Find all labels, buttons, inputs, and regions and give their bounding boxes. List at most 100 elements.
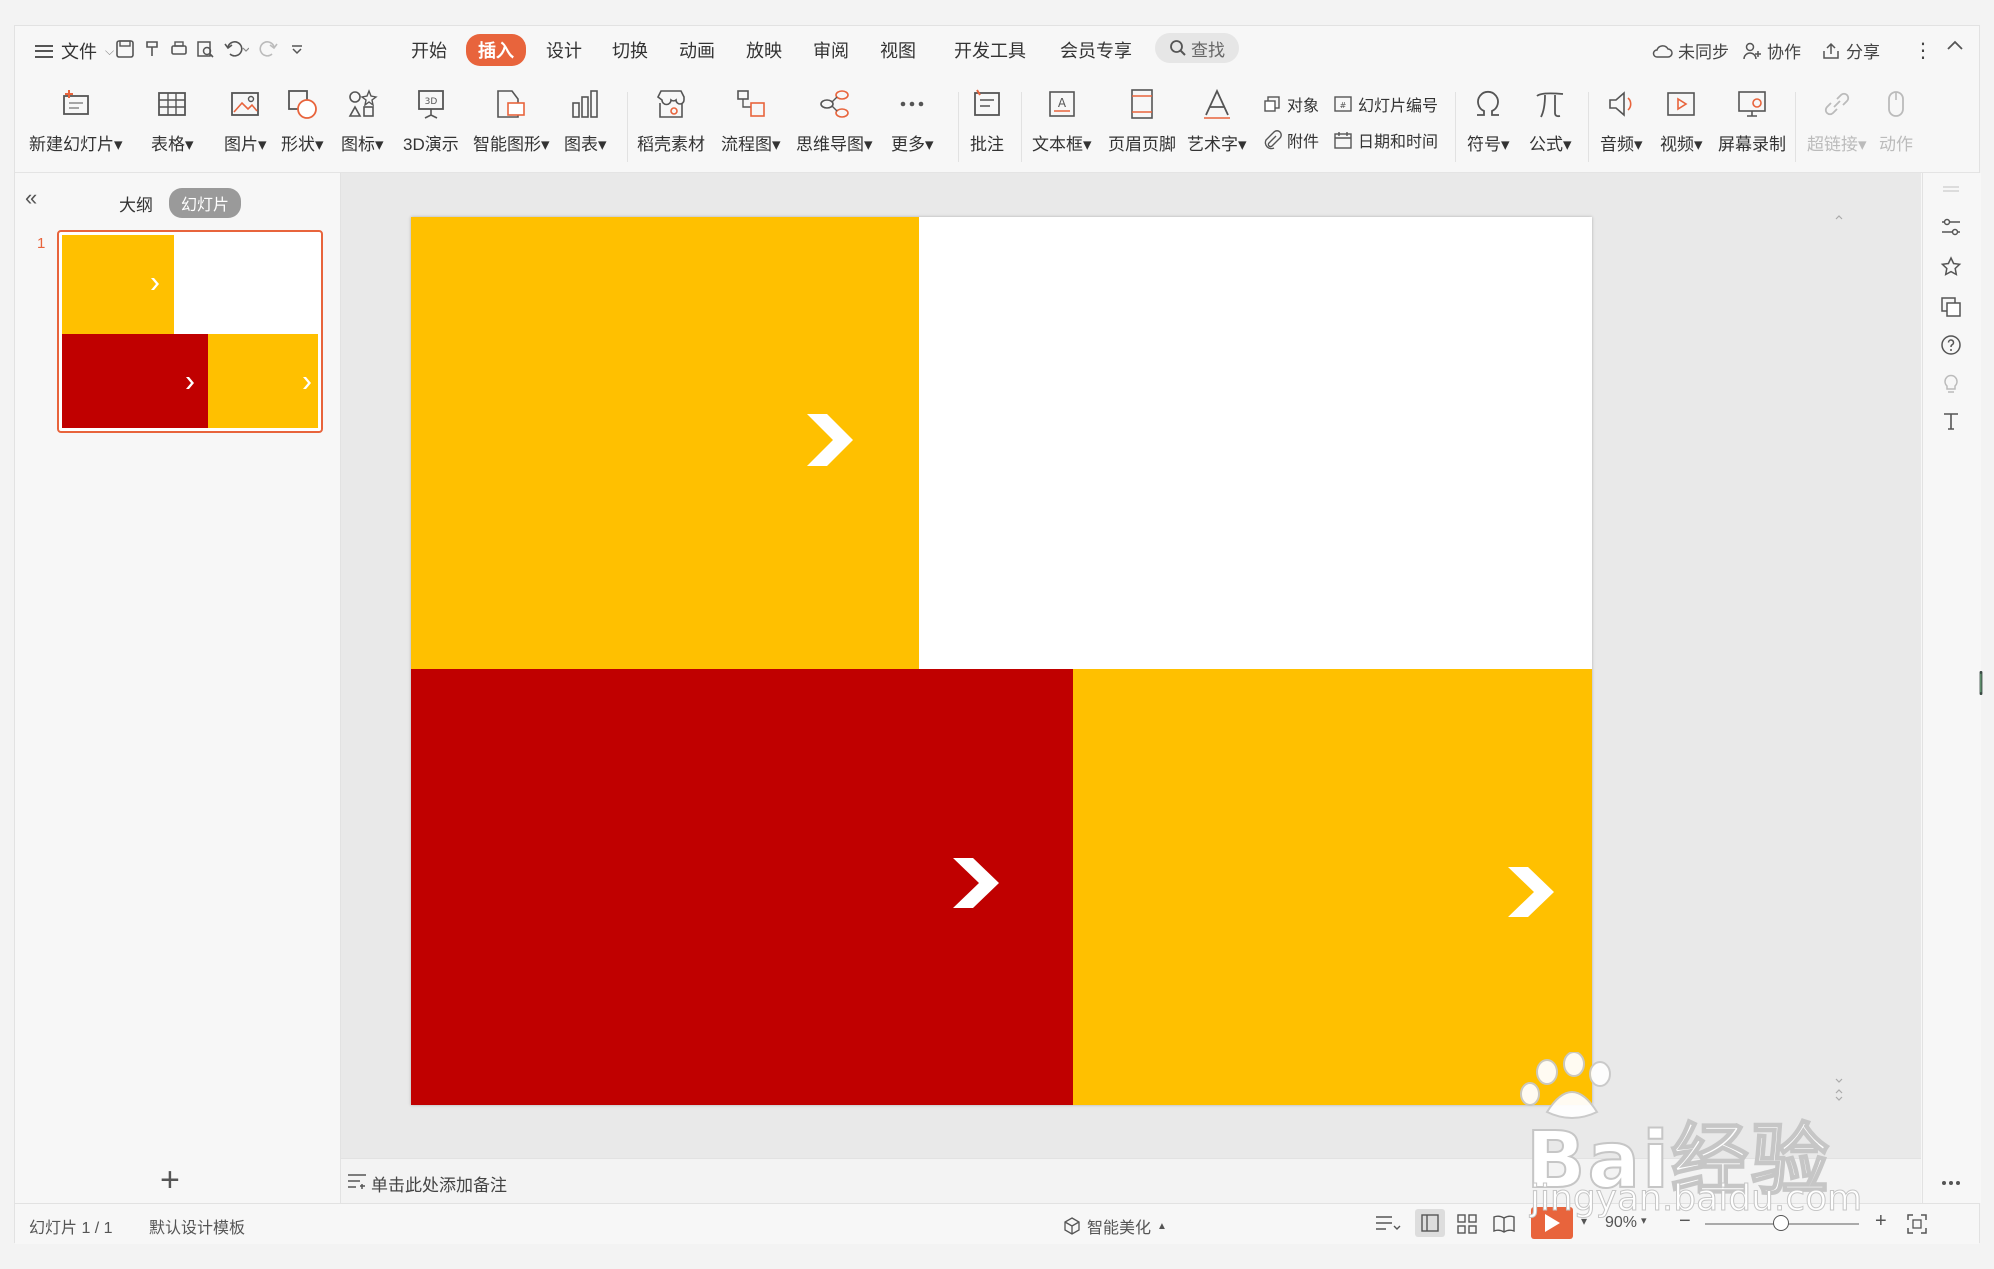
chevron-right-icon[interactable] <box>807 414 855 466</box>
tab-review[interactable]: 审阅 <box>813 37 849 63</box>
smart-beautify-button[interactable]: 智能美化 ▲ <box>1063 1214 1167 1238</box>
slide-thumbnail[interactable] <box>57 230 323 433</box>
normal-view-icon[interactable] <box>1415 1209 1445 1237</box>
star-icon[interactable] <box>1939 255 1965 281</box>
print-icon[interactable] <box>169 39 189 65</box>
3d-presentation-button[interactable]: 3D 3D演示 <box>403 84 459 155</box>
textbox-button[interactable]: A 文本框▾ <box>1032 84 1092 155</box>
video-icon <box>1667 92 1696 116</box>
object-label: 对象 <box>1287 98 1320 115</box>
slide-sorter-icon[interactable] <box>1457 1214 1477 1239</box>
template-name[interactable]: 默认设计模板 <box>149 1214 245 1238</box>
omega-icon <box>1477 91 1500 116</box>
tab-slides[interactable]: 幻灯片 <box>169 188 242 218</box>
notes-toggle-icon[interactable] <box>1375 1214 1401 1237</box>
mindmap-button[interactable]: 思维导图▾ <box>796 84 873 155</box>
table-button[interactable]: 表格▾ <box>151 84 194 155</box>
smartart-button[interactable]: 智能图形▾ <box>473 84 550 155</box>
icon-button[interactable]: 图标▾ <box>341 84 384 155</box>
smartart-label: 智能图形 <box>473 135 541 154</box>
tab-insert[interactable]: 插入 <box>466 34 526 66</box>
new-slide-button[interactable]: 新建幻灯片▾ <box>29 84 123 155</box>
text-format-icon[interactable] <box>1939 409 1965 435</box>
vertical-scrollbar[interactable] <box>1833 213 1845 1113</box>
file-menu[interactable]: 文件 ⌵ <box>35 38 114 64</box>
flowchart-label: 流程图 <box>721 135 772 154</box>
video-button[interactable]: 视频▾ <box>1660 84 1703 155</box>
tab-animations[interactable]: 动画 <box>679 37 715 63</box>
play-options-caret[interactable]: ▾ <box>1581 1214 1587 1228</box>
action-button[interactable]: 动作 <box>1879 84 1913 155</box>
hyperlink-button[interactable]: 超链接▾ <box>1807 84 1867 155</box>
flowchart-button[interactable]: 流程图▾ <box>721 84 781 155</box>
tab-member[interactable]: 会员专享 <box>1060 37 1132 63</box>
collapse-ribbon-icon[interactable] <box>1945 38 1965 52</box>
zoom-in-icon[interactable]: + <box>1875 1210 1887 1233</box>
reading-view-icon[interactable] <box>1493 1214 1515 1239</box>
tab-outline[interactable]: 大纲 <box>119 191 153 216</box>
mindmap-label: 思维导图 <box>796 135 864 154</box>
slide-canvas[interactable] <box>411 217 1592 1105</box>
table-icon <box>158 92 187 116</box>
more-options-icon[interactable]: ⋮ <box>1913 38 1933 63</box>
customize-toolbar-icon[interactable] <box>289 39 305 65</box>
search-icon <box>1170 40 1186 56</box>
zoom-slider-thumb[interactable] <box>1773 1215 1789 1231</box>
tab-home[interactable]: 开始 <box>411 37 447 63</box>
tab-developer[interactable]: 开发工具 <box>954 37 1026 63</box>
print-preview-icon[interactable] <box>195 39 215 65</box>
chevron-right-icon[interactable] <box>953 858 1001 908</box>
redo-icon[interactable] <box>259 39 279 65</box>
notes-pane[interactable]: 单击此处添加备注 <box>341 1158 1921 1203</box>
more-icon[interactable] <box>1939 1171 1965 1185</box>
flowchart-icon <box>736 90 765 117</box>
lightbulb-icon[interactable] <box>1939 371 1965 397</box>
save-icon[interactable] <box>115 39 135 65</box>
attachment-button[interactable]: 附件 <box>1262 128 1319 152</box>
shape-button[interactable]: 形状▾ <box>281 84 324 155</box>
screen-record-button[interactable]: 屏幕录制 <box>1718 84 1786 155</box>
properties-icon[interactable] <box>1939 215 1965 241</box>
object-button[interactable]: 对象 <box>1262 92 1319 116</box>
fit-window-icon[interactable] <box>1907 1214 1927 1239</box>
collapse-panel-icon[interactable]: « <box>25 185 37 211</box>
comment-button[interactable]: 批注 <box>970 84 1004 155</box>
slide-number-button[interactable]: # 幻灯片编号 <box>1333 92 1438 116</box>
duplicate-icon[interactable] <box>1939 295 1965 321</box>
wordart-icon <box>1203 88 1230 119</box>
help-icon[interactable] <box>1939 333 1965 359</box>
pi-icon <box>1536 92 1564 118</box>
tab-slideshow[interactable]: 放映 <box>746 37 782 63</box>
play-slideshow-button[interactable] <box>1531 1207 1573 1239</box>
more-button[interactable]: 更多▾ <box>891 84 934 155</box>
search-box[interactable]: 查找 <box>1155 33 1239 63</box>
tab-view[interactable]: 视图 <box>880 37 916 63</box>
chart-button[interactable]: 图表▾ <box>564 84 607 155</box>
material-button[interactable]: 稻壳素材 <box>637 84 705 155</box>
rail-scroll-handle[interactable] <box>1969 671 1983 757</box>
collab-button[interactable]: 协作 <box>1742 38 1801 63</box>
zoom-level[interactable]: 90% ▾ <box>1605 1214 1647 1232</box>
audio-button[interactable]: 音频▾ <box>1600 84 1643 155</box>
play-icon <box>1545 1214 1560 1232</box>
undo-icon[interactable] <box>223 39 250 65</box>
header-footer-label: 页眉页脚 <box>1108 135 1176 154</box>
zoom-out-icon[interactable]: − <box>1679 1210 1691 1233</box>
file-menu-label: 文件 <box>61 42 97 62</box>
datetime-button[interactable]: 日期和时间 <box>1333 128 1438 152</box>
wordart-button[interactable]: 艺术字▾ <box>1187 84 1247 155</box>
sync-status[interactable]: 未同步 <box>1651 38 1729 63</box>
notes-placeholder: 单击此处添加备注 <box>371 1176 507 1195</box>
tab-design[interactable]: 设计 <box>546 37 582 63</box>
symbol-button[interactable]: 符号▾ <box>1467 84 1510 155</box>
tab-transitions[interactable]: 切换 <box>612 37 648 63</box>
formula-button[interactable]: 公式▾ <box>1529 84 1572 155</box>
add-slide-icon[interactable]: + <box>160 1161 180 1200</box>
mindmap-icon <box>820 90 850 118</box>
share-button[interactable]: 分享 <box>1821 38 1880 63</box>
header-footer-button[interactable]: 页眉页脚 <box>1108 84 1176 155</box>
format-painter-icon[interactable] <box>143 39 163 65</box>
thumb-chevron-icon <box>151 278 159 290</box>
picture-button[interactable]: 图片▾ <box>224 84 267 155</box>
chevron-right-icon[interactable] <box>1508 867 1556 917</box>
